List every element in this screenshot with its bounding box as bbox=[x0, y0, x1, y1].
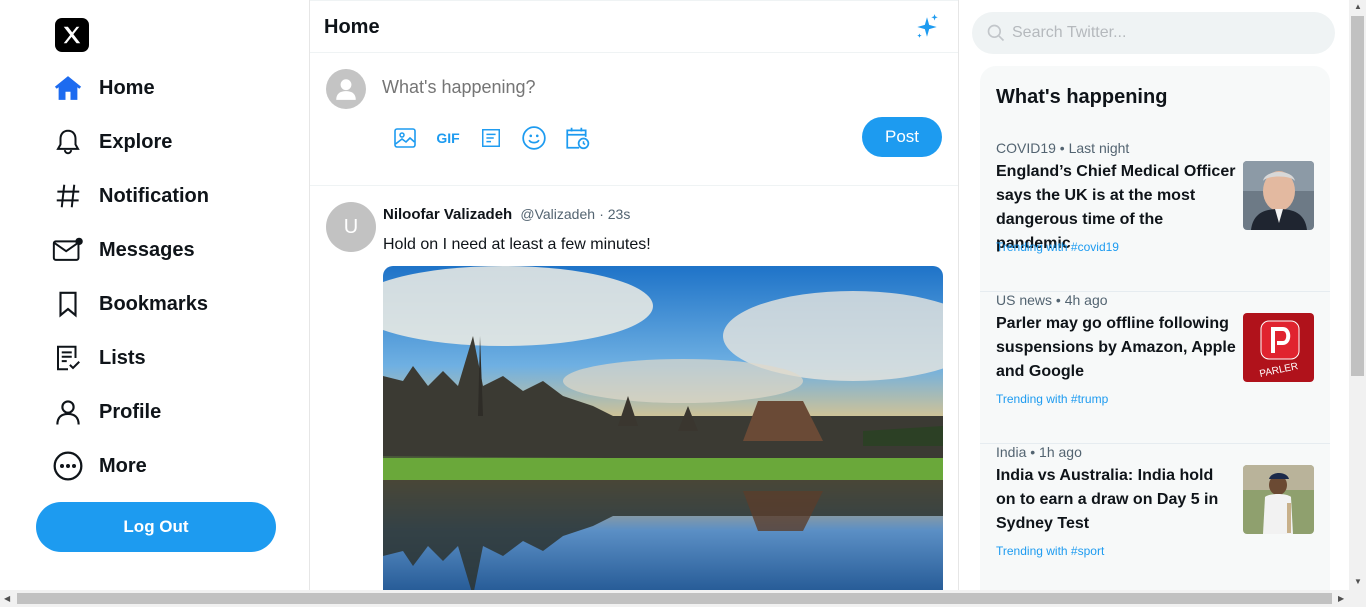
nav-item-bookmarks[interactable]: Bookmarks bbox=[52, 284, 208, 324]
vertical-scroll-thumb[interactable] bbox=[1351, 16, 1364, 376]
app-window: Home Explore Notification Messages Bookm bbox=[0, 0, 1366, 607]
tweet-composer: GIF Post bbox=[310, 53, 958, 186]
post-button[interactable]: Post bbox=[862, 117, 942, 157]
tweet[interactable]: U Niloofar Valizadeh @Valizadeh · 23s Ho… bbox=[310, 186, 958, 590]
nav-item-label: Home bbox=[99, 76, 155, 99]
search-icon bbox=[986, 23, 1006, 48]
trends-panel: What's happening COVID19 • Last night En… bbox=[980, 66, 1330, 606]
trend-meta: US news • 4h ago bbox=[996, 292, 1108, 308]
x-logo-icon[interactable] bbox=[55, 18, 89, 52]
trend-meta: India • 1h ago bbox=[996, 444, 1082, 460]
more-icon bbox=[52, 450, 84, 482]
scroll-right-arrow-icon[interactable]: ▶ bbox=[1338, 594, 1344, 603]
trend-thumbnail bbox=[1243, 161, 1314, 230]
home-icon bbox=[52, 72, 84, 104]
scroll-down-arrow-icon[interactable]: ▼ bbox=[1354, 577, 1362, 586]
trend-thumbnail: PARLER bbox=[1243, 313, 1314, 382]
nav-item-home[interactable]: Home bbox=[52, 68, 155, 108]
trend-tag-link[interactable]: Trending with #covid19 bbox=[996, 240, 1119, 254]
horizontal-scrollbar[interactable]: ◀ ▶ bbox=[0, 590, 1366, 607]
trend-thumbnail bbox=[1243, 465, 1314, 534]
compose-input[interactable] bbox=[382, 77, 922, 98]
image-icon[interactable] bbox=[390, 123, 420, 153]
avatar bbox=[326, 69, 366, 109]
tweet-text: Hold on I need at least a few minutes! bbox=[383, 236, 651, 253]
user-avatar-icon bbox=[336, 79, 356, 100]
logout-button[interactable]: Log Out bbox=[36, 502, 276, 552]
bookmark-icon bbox=[52, 288, 84, 320]
poll-icon[interactable] bbox=[476, 123, 506, 153]
tweet-author-name[interactable]: Niloofar Valizadeh bbox=[383, 206, 512, 223]
nav-item-profile[interactable]: Profile bbox=[52, 392, 161, 432]
nav-item-label: Messages bbox=[99, 238, 195, 261]
trend-item[interactable]: COVID19 • Last night England’s Chief Med… bbox=[980, 140, 1330, 292]
hashtag-icon bbox=[52, 180, 84, 212]
horizontal-scroll-thumb[interactable] bbox=[17, 593, 1332, 604]
bell-icon bbox=[52, 126, 84, 158]
vertical-scrollbar[interactable]: ▲ ▼ bbox=[1349, 0, 1366, 590]
tweet-author-handle[interactable]: @Valizadeh bbox=[520, 206, 595, 222]
sparkle-icon[interactable] bbox=[914, 13, 940, 46]
emoji-icon[interactable] bbox=[519, 123, 549, 153]
user-icon bbox=[52, 396, 84, 428]
gif-button[interactable]: GIF bbox=[433, 123, 463, 153]
trend-item[interactable]: India • 1h ago India vs Australia: India… bbox=[980, 444, 1330, 596]
trend-tag-link[interactable]: Trending with #sport bbox=[996, 544, 1104, 558]
page-title: Home bbox=[324, 16, 380, 38]
tweet-image[interactable] bbox=[383, 266, 943, 590]
nav-item-label: Lists bbox=[99, 346, 146, 369]
trend-meta: COVID19 • Last night bbox=[996, 140, 1130, 156]
compose-toolbar: GIF bbox=[390, 123, 605, 153]
trend-tag-link[interactable]: Trending with #trump bbox=[996, 392, 1108, 406]
tweet-header: Niloofar Valizadeh @Valizadeh · 23s bbox=[383, 206, 630, 223]
timeline-header: Home bbox=[310, 0, 958, 53]
scroll-left-arrow-icon[interactable]: ◀ bbox=[4, 594, 10, 603]
avatar[interactable]: U bbox=[326, 202, 376, 252]
scroll-up-arrow-icon[interactable]: ▲ bbox=[1354, 2, 1362, 11]
right-sidebar: What's happening COVID19 • Last night En… bbox=[972, 0, 1336, 606]
nav-item-explore[interactable]: Explore bbox=[52, 122, 172, 162]
search-input[interactable] bbox=[1012, 22, 1312, 44]
nav-item-more[interactable]: More bbox=[52, 446, 147, 486]
mail-icon bbox=[52, 234, 84, 266]
trend-title: India vs Australia: India hold on to ear… bbox=[996, 467, 1219, 532]
trend-item[interactable]: US news • 4h ago Parler may go offline f… bbox=[980, 292, 1330, 444]
trend-title: Parler may go offline following suspensi… bbox=[996, 315, 1236, 380]
nav-item-label: Notification bbox=[99, 184, 209, 207]
nav-item-label: Explore bbox=[99, 130, 173, 153]
nav-item-messages[interactable]: Messages bbox=[52, 230, 195, 270]
nav-item-notification[interactable]: Notification bbox=[52, 176, 209, 216]
nav-item-lists[interactable]: Lists bbox=[52, 338, 146, 378]
nav-item-label: Profile bbox=[99, 400, 162, 423]
schedule-icon[interactable] bbox=[562, 123, 592, 153]
search-box[interactable] bbox=[972, 12, 1335, 54]
nav-item-label: Bookmarks bbox=[99, 292, 208, 315]
tweet-timestamp: · 23s bbox=[599, 206, 631, 222]
trends-title: What's happening bbox=[996, 86, 1168, 108]
main-timeline: Home GIF bbox=[309, 0, 959, 590]
sidebar: Home Explore Notification Messages Bookm bbox=[0, 0, 309, 590]
nav-item-label: More bbox=[99, 454, 147, 477]
list-icon bbox=[52, 342, 84, 374]
